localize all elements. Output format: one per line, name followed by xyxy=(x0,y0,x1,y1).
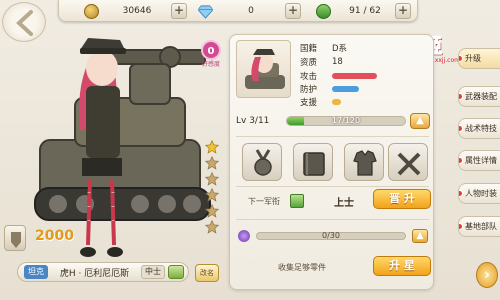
nation-row: 国籍 D系 xyxy=(300,42,347,54)
aptitude-value: 18 xyxy=(332,57,343,67)
notification-dot-icon xyxy=(459,223,463,230)
level-row: Lv 3/11 17/120 ▲ xyxy=(236,112,431,130)
rank-insignia-icon xyxy=(290,194,304,208)
divider xyxy=(236,219,429,220)
tab-label: 武器装配 xyxy=(465,92,497,101)
weapons-icon xyxy=(397,152,421,176)
attack-key: 攻击 xyxy=(300,72,318,82)
level-up-button[interactable]: ▲ xyxy=(410,113,430,129)
book-icon xyxy=(303,152,325,176)
exp-value: 17/120 xyxy=(331,116,361,125)
defense-key: 防护 xyxy=(300,85,318,95)
power-icon xyxy=(4,225,26,251)
diamond-resource: 0 + xyxy=(198,3,301,19)
add-fuel-button[interactable]: + xyxy=(395,3,411,19)
tab-label: 升级 xyxy=(465,54,481,63)
uniform-icon xyxy=(353,150,377,176)
tab-5[interactable]: 人物时装 xyxy=(458,183,500,204)
unit-rank-tag: 中士 xyxy=(141,265,165,279)
add-diamond-button[interactable]: + xyxy=(285,3,301,19)
notification-dot-icon xyxy=(459,125,463,132)
gold-value: 30646 xyxy=(122,6,152,16)
tab-label: 基地部队 xyxy=(465,222,497,231)
promote-button[interactable]: 晋 升 xyxy=(373,189,431,209)
tab-label: 战术特技 xyxy=(465,124,497,133)
gold-resource: 30646 + xyxy=(84,3,187,19)
notification-dot-icon xyxy=(459,190,463,197)
rename-button[interactable]: 改名 xyxy=(195,264,219,282)
star-empty-icon xyxy=(205,204,219,218)
nation-value: D系 xyxy=(332,44,348,54)
star-empty-icon xyxy=(205,172,219,186)
unit-type-tag: 坦克 xyxy=(24,265,48,279)
attack-bar xyxy=(332,73,377,79)
unit-name: 虎H · 厄利尼厄斯 xyxy=(59,268,130,279)
diamond-icon xyxy=(198,4,213,19)
next-rank-label: 下一军衔 xyxy=(248,196,280,206)
tab-2[interactable]: 武器装配 xyxy=(458,86,500,107)
tab-3[interactable]: 战术特技 xyxy=(458,118,500,139)
level-label: Lv 3/11 xyxy=(236,116,270,126)
star-empty-icon xyxy=(205,188,219,202)
star-up-button[interactable]: 升 星 xyxy=(373,256,431,276)
next-rank-value: 上士 xyxy=(334,197,354,209)
parts-progress-value: 0/30 xyxy=(322,231,340,240)
rank-insignia-icon xyxy=(168,265,184,279)
equip-slot-weapons[interactable] xyxy=(388,143,428,181)
notification-dot-icon xyxy=(459,93,463,100)
tab-label: 人物时装 xyxy=(465,189,497,198)
support-row: 支援 xyxy=(300,96,341,108)
combat-power: 2000 xyxy=(35,228,74,244)
fuel-value: 91 / 62 xyxy=(349,6,381,16)
nation-key: 国籍 xyxy=(300,44,318,54)
star-rating xyxy=(205,140,223,234)
fuel-can-icon xyxy=(316,3,331,19)
notification-dot-icon xyxy=(459,157,463,164)
collect-parts-label: 收集足够零件 xyxy=(278,263,326,272)
favorability-badge[interactable]: 0 好感度 xyxy=(199,40,223,68)
star-empty-icon xyxy=(205,156,219,170)
equip-slot-uniform[interactable] xyxy=(344,143,384,181)
defense-bar xyxy=(332,86,359,92)
favorability-value: 0 xyxy=(201,40,221,60)
tab-6[interactable]: 基地部队 xyxy=(458,216,500,237)
next-unit-button[interactable]: › xyxy=(476,262,498,288)
unit-name-bar: 坦克 虎H · 厄利尼厄斯 中士 xyxy=(17,262,189,282)
defense-row: 防护 xyxy=(300,83,359,95)
equip-slot-book[interactable] xyxy=(293,143,333,181)
notification-dot-icon xyxy=(459,55,463,62)
gold-coin-icon xyxy=(84,3,99,19)
equip-slot-medal[interactable] xyxy=(242,143,282,181)
tab-label: 属性详情 xyxy=(465,156,497,165)
support-bar xyxy=(332,99,341,105)
divider xyxy=(236,186,429,187)
favorability-label: 好感度 xyxy=(201,61,220,68)
diamond-value: 0 xyxy=(248,6,254,16)
aptitude-row: 资质 18 xyxy=(300,56,343,68)
fuel-resource: 91 / 62 + xyxy=(316,3,411,19)
star-empty-icon xyxy=(205,220,219,234)
tab-4[interactable]: 属性详情 xyxy=(458,150,500,171)
support-key: 支援 xyxy=(300,98,318,108)
medal-icon xyxy=(254,149,272,176)
attack-row: 攻击 xyxy=(300,70,377,82)
unit-portrait xyxy=(236,40,291,98)
parts-row: 0/30 ▲ xyxy=(238,229,428,243)
parts-progress-bar: 0/30 xyxy=(256,231,406,240)
parts-add-button[interactable]: ▲ xyxy=(412,229,428,243)
star-filled-icon xyxy=(205,140,219,154)
divider xyxy=(236,136,429,137)
tab-1[interactable]: 升级 xyxy=(458,48,500,69)
aptitude-key: 资质 xyxy=(300,58,318,68)
exp-bar: 17/120 xyxy=(286,116,406,126)
parts-icon xyxy=(238,230,250,242)
add-gold-button[interactable]: + xyxy=(171,3,187,19)
